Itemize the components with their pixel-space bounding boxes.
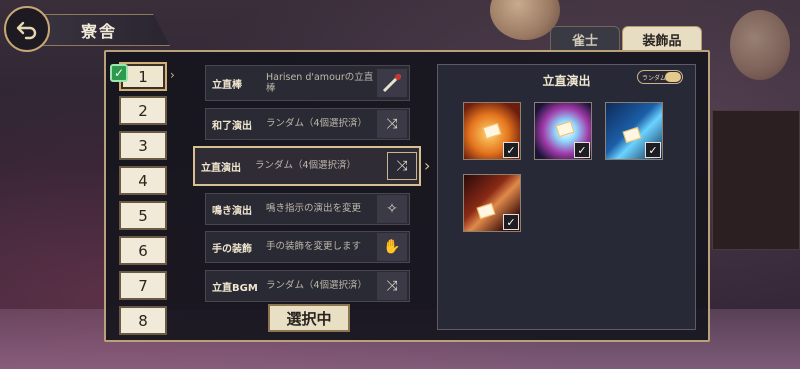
checkmark-icon: ✓ — [574, 142, 590, 158]
row-label: 手の装飾 — [212, 243, 252, 255]
shuffle-icon: ⤨ — [387, 152, 417, 180]
shuffle-icon: ⤨ — [377, 110, 407, 138]
back-button[interactable] — [4, 6, 50, 52]
tab-janshi[interactable]: 雀士 — [550, 26, 620, 52]
row-value: ランダム（4個選択済） — [266, 280, 368, 292]
row-value: ランダム（4個選択済） — [266, 118, 368, 130]
tab-decorations[interactable]: 装飾品 — [622, 26, 702, 52]
sparkle-icon: ✧ — [377, 195, 407, 223]
row-chevron-icon: › — [424, 156, 431, 175]
row-label: 立直棒 — [212, 79, 242, 91]
slot-7[interactable]: 7 — [119, 271, 167, 300]
effect-tile-flame[interactable]: ✓ — [463, 102, 521, 160]
slot-4[interactable]: 4 — [119, 166, 167, 195]
tile-stick-icon — [482, 122, 502, 140]
back-arrow-icon — [16, 21, 37, 40]
effect-tile-crimson-slash[interactable]: ✓ — [463, 174, 521, 232]
slot-3[interactable]: 3 — [119, 131, 167, 160]
row-label: 立直BGM — [212, 282, 258, 294]
slot-chevron-icon: › — [170, 68, 175, 82]
checkmark-icon: ✓ — [503, 214, 519, 230]
random-toggle-label: ランダム — [642, 74, 667, 82]
row-hand-decoration[interactable]: 手の装飾 手の装飾を変更します ✋ — [205, 231, 410, 263]
random-toggle[interactable]: ランダム — [637, 70, 683, 84]
row-riichi-stick[interactable]: 立直棒 Harisen d'amourの立直棒 — [205, 65, 410, 101]
row-label: 立直演出 — [201, 162, 241, 174]
row-riichi-bgm[interactable]: 立直BGM ランダム（4個選択済） ⤨ — [205, 270, 410, 302]
row-label: 鳴き演出 — [212, 205, 252, 217]
stick-icon — [377, 69, 407, 97]
toggle-knob — [665, 72, 681, 82]
effect-tile-cosmic[interactable]: ✓ — [534, 102, 592, 160]
row-value: 鳴き指示の演出を変更 — [266, 203, 362, 215]
page-title: 寮舎 — [30, 14, 170, 46]
background-shelf — [712, 110, 800, 250]
slot-8[interactable]: 8 — [119, 306, 167, 335]
lantern-decoration — [730, 10, 790, 80]
checkmark-icon: ✓ — [503, 142, 519, 158]
slot-6[interactable]: 6 — [119, 236, 167, 265]
row-win-effect[interactable]: 和了演出 ランダム（4個選択済） ⤨ — [205, 108, 410, 140]
slot-checked-icon: ✓ — [110, 64, 128, 82]
slot-5[interactable]: 5 — [119, 201, 167, 230]
row-value: ランダム（4個選択済） — [255, 160, 357, 172]
row-label: 和了演出 — [212, 120, 252, 132]
tile-stick-icon — [476, 202, 496, 220]
effect-tile-ice-blade[interactable]: ✓ — [605, 102, 663, 160]
slot-2[interactable]: 2 — [119, 96, 167, 125]
row-value: 手の装飾を変更します — [266, 241, 362, 253]
row-value: Harisen d'amourの立直棒 — [266, 71, 374, 94]
row-riichi-effect[interactable]: 立直演出 ランダム（4個選択済） ⤨ — [193, 146, 421, 186]
tile-stick-icon — [622, 126, 642, 144]
row-call-effect[interactable]: 鳴き演出 鳴き指示の演出を変更 ✧ — [205, 193, 410, 225]
hand-icon: ✋ — [377, 233, 407, 261]
shuffle-icon: ⤨ — [377, 272, 407, 300]
tile-stick-icon — [555, 120, 575, 138]
checkmark-icon: ✓ — [645, 142, 661, 158]
selected-button[interactable]: 選択中 — [268, 304, 350, 332]
